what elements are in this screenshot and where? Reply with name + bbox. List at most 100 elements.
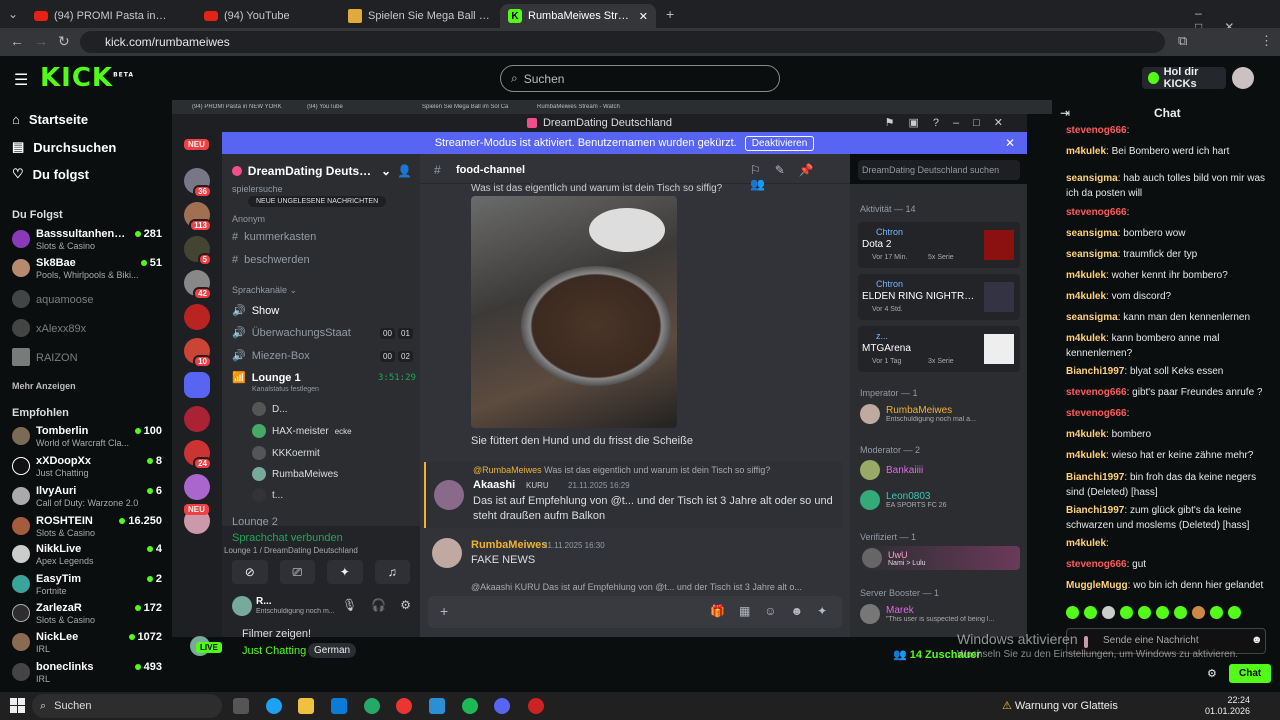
add-user-icon[interactable]: 👤: [397, 164, 412, 178]
emote-icon[interactable]: [1084, 606, 1097, 619]
get-kicks-button[interactable]: Hol dir KICKs: [1142, 66, 1226, 90]
app-icon[interactable]: [429, 698, 445, 714]
stream-category[interactable]: Just Chatting: [242, 645, 306, 657]
recommended-channel[interactable]: Tomberlin World of Warcraft Cla... 100: [12, 423, 162, 451]
recommended-channel[interactable]: ZarlezaR Slots & Casino 172: [12, 600, 162, 628]
following-channel-offline[interactable]: xAlexx89x: [12, 315, 162, 343]
spotify-icon[interactable]: [462, 698, 478, 714]
folder-icon[interactable]: [184, 372, 210, 398]
new-tab-button[interactable]: +: [666, 6, 674, 22]
collapse-chat-icon[interactable]: ⇥: [1060, 106, 1070, 120]
user-avatar[interactable]: [1232, 67, 1254, 89]
chat-username[interactable]: m4kulek: [1066, 270, 1106, 281]
server-icon[interactable]: [184, 406, 210, 432]
back-icon[interactable]: ←: [10, 33, 24, 49]
chat-username[interactable]: m4kulek: [1066, 333, 1106, 344]
task-view-icon[interactable]: [233, 698, 249, 714]
server-icon[interactable]: 5: [184, 236, 212, 266]
voice-channel-show[interactable]: 🔊 Show: [232, 304, 279, 318]
recommended-channel[interactable]: EasyTim Fortnite 2: [12, 571, 162, 599]
recommended-channel[interactable]: NikkLive Apex Legends 4: [12, 541, 162, 569]
language-tag[interactable]: German: [308, 643, 357, 658]
voice-location[interactable]: Lounge 1 / DreamDating Deutschland: [214, 546, 364, 555]
emote-icon[interactable]: [1156, 606, 1169, 619]
chat-username[interactable]: m4kulek: [1066, 146, 1106, 157]
kick-logo[interactable]: KICKBETA: [40, 63, 134, 93]
emote-icon[interactable]: [1120, 606, 1133, 619]
send-chat-button[interactable]: Chat: [1229, 664, 1272, 683]
channel-status[interactable]: Kanalstatus festlegen: [252, 386, 319, 393]
server-icon[interactable]: 24: [184, 440, 212, 470]
chat-username[interactable]: stevenog666: [1066, 387, 1127, 398]
new-unread-pill[interactable]: NEUE UNGELESENE NACHRICHTEN: [248, 196, 387, 207]
edge-icon[interactable]: [266, 698, 282, 714]
category-voice[interactable]: Sprachkanäle ⌄: [232, 285, 297, 296]
voice-user[interactable]: t...: [252, 488, 283, 502]
recommended-channel[interactable]: xXDoopXx Just Chatting 8: [12, 453, 162, 481]
recommended-channel[interactable]: ROSHTEIN Slots & Casino 16.250: [12, 513, 162, 541]
reply-reference[interactable]: @Akaashi KURU Das ist auf Empfehlung von…: [471, 582, 831, 592]
emote-icon[interactable]: [1138, 606, 1151, 619]
chat-username[interactable]: stevenog666: [1066, 125, 1127, 136]
mail-icon[interactable]: [331, 698, 347, 714]
emoji-icon[interactable]: ☻: [1251, 634, 1263, 646]
category-anonym[interactable]: Anonym: [232, 214, 265, 224]
settings-gear-icon[interactable]: ⚙: [400, 598, 411, 612]
member[interactable]: Leon0803 EA SPORTS FC 26: [860, 490, 947, 510]
browser-tab-4[interactable]: KRumbaMeiwes Stream - Watch✕: [500, 4, 656, 28]
server-icon[interactable]: 42: [184, 270, 212, 300]
app-icon[interactable]: [528, 698, 544, 714]
chat-username[interactable]: seansigma: [1066, 249, 1118, 260]
hamburger-menu-icon[interactable]: ☰: [14, 70, 28, 90]
menu-dots-icon[interactable]: ⋮: [1260, 33, 1273, 49]
user-avatar[interactable]: [232, 596, 252, 616]
message-author[interactable]: Akaashi: [473, 479, 515, 491]
nav-home[interactable]: ⌂ Startseite: [12, 112, 88, 127]
chat-username[interactable]: Bianchi1997: [1066, 472, 1124, 483]
headphones-icon[interactable]: 🎧: [371, 598, 386, 612]
soundboard-icon[interactable]: ♫: [374, 560, 410, 584]
voice-user[interactable]: RumbaMeiwes: [252, 467, 338, 481]
chat-username[interactable]: m4kulek: [1066, 538, 1106, 549]
channel-beschwerden[interactable]: # beschwerden: [232, 254, 310, 266]
activity-card[interactable]: Chtron ELDEN RING NIGHTREIGN Vor 4 Std.: [858, 274, 1020, 320]
weather-widget[interactable]: ⚠ Warnung vor Glatteis: [1002, 699, 1118, 712]
voice-user[interactable]: KKKoermit: [252, 446, 320, 460]
tab-search-icon[interactable]: ⌄: [8, 7, 18, 21]
voice-channel[interactable]: 🔊 Miezen-Box: [232, 349, 310, 363]
emote-icon[interactable]: [1228, 606, 1241, 619]
url-field[interactable]: kick.com/rumbameiwes: [80, 31, 1165, 53]
chrome-icon[interactable]: [396, 698, 412, 714]
emote-icon[interactable]: [1102, 606, 1115, 619]
browser-tab-1[interactable]: (94) PROMI Pasta in NEW YORK: [26, 4, 176, 28]
chat-username[interactable]: seansigma: [1066, 228, 1118, 239]
server-icon[interactable]: [184, 474, 210, 500]
activities-icon[interactable]: ✦: [327, 560, 363, 584]
deactivate-button[interactable]: Deaktivieren: [744, 135, 815, 151]
voice-channel[interactable]: 🔊 ÜberwachungsStaat: [232, 326, 351, 340]
kick-search-input[interactable]: ⌕ Suchen: [500, 65, 780, 92]
avatar[interactable]: [434, 480, 464, 510]
clock[interactable]: 22:24 01.01.2026: [1205, 695, 1250, 717]
browser-tab-3[interactable]: Spielen Sie Mega Ball im Sol Ca: [340, 4, 500, 28]
voice-user[interactable]: HAX-meister ecke: [252, 424, 352, 438]
chat-username[interactable]: MuggleMugg: [1066, 580, 1128, 591]
emote-icon[interactable]: [1192, 606, 1205, 619]
activity-card[interactable]: Chtron Dota 2 Vor 17 Min. 5x Serie: [858, 222, 1020, 268]
browser-tab-2[interactable]: (94) YouTube: [196, 4, 346, 28]
activity-card[interactable]: z... MTGArena Vor 1 Tag 3x Serie: [858, 326, 1020, 372]
voice-channel-lounge1[interactable]: 📶 Lounge 1: [232, 371, 301, 385]
member[interactable]: Bankaiiii: [860, 460, 923, 480]
following-channel-offline[interactable]: RAIZON: [12, 344, 162, 372]
recommended-channel[interactable]: IlvyAuri Call of Duty: Warzone 2.0 6: [12, 483, 162, 511]
chat-username[interactable]: stevenog666: [1066, 559, 1127, 570]
food-photo[interactable]: [471, 196, 677, 428]
message-author[interactable]: RumbaMeiwes: [471, 539, 547, 551]
recommended-channel[interactable]: boneclinks IRL 493: [12, 659, 162, 687]
input-tool-icons[interactable]: 🎁▦☺☻✦: [710, 604, 841, 618]
chat-username[interactable]: seansigma: [1066, 173, 1118, 184]
following-channel[interactable]: Basssultanhengzt45Slots & Casino281: [12, 226, 162, 254]
recommended-channel[interactable]: NickLee IRL 1072: [12, 629, 162, 657]
chat-username[interactable]: m4kulek: [1066, 429, 1106, 440]
nav-following[interactable]: ♡ Du folgst: [12, 166, 89, 182]
